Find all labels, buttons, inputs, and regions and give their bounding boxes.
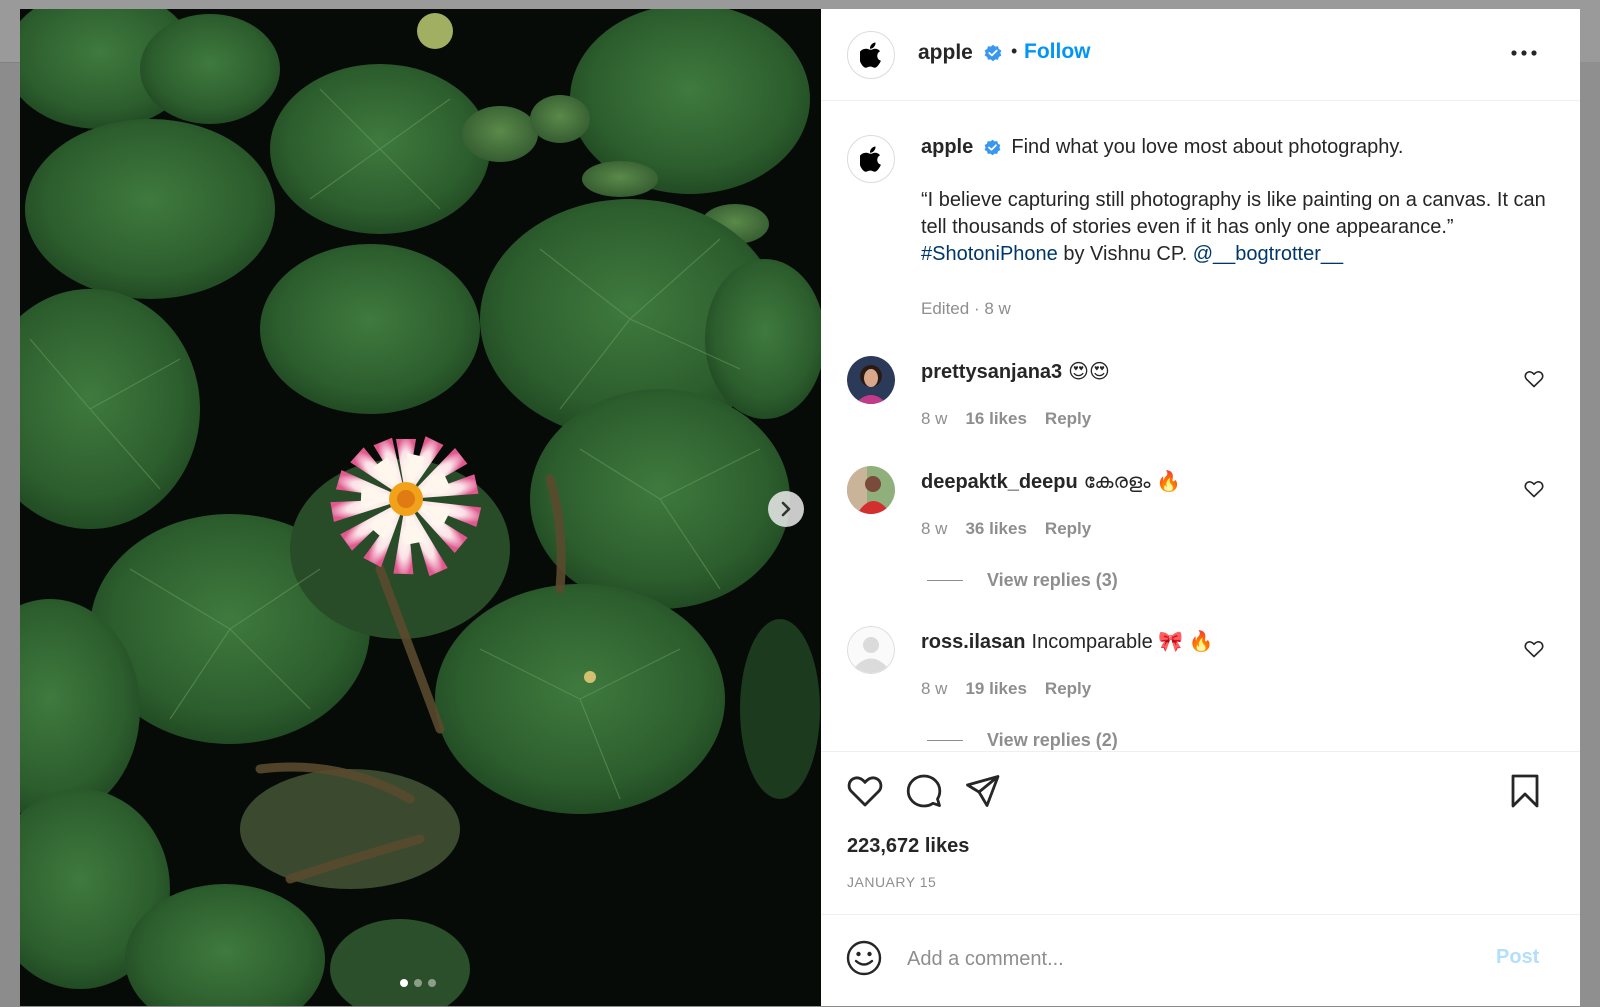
post-details-panel: apple • Follow apple Find what you love … <box>821 9 1580 1006</box>
view-replies-button[interactable]: View replies (2) <box>927 730 1118 751</box>
commenter-avatar[interactable] <box>847 626 895 674</box>
comment-username[interactable]: deepaktk_deepu <box>921 471 1078 493</box>
bookmark-icon[interactable] <box>1509 774 1541 808</box>
comment-username[interactable]: prettysanjana3 <box>921 361 1062 383</box>
view-replies-label[interactable]: View replies (3) <box>987 570 1118 591</box>
post-media <box>20 9 821 1006</box>
apple-logo-icon <box>860 42 881 68</box>
default-avatar-icon <box>847 626 895 674</box>
comment-input[interactable] <box>905 943 1469 975</box>
next-slide-button[interactable] <box>768 491 804 527</box>
view-replies-button[interactable]: View replies (3) <box>927 570 1118 591</box>
comment-text: 😍😍 <box>1068 361 1110 383</box>
carousel-dot <box>428 979 436 987</box>
comment-likes[interactable]: 36 likes <box>965 519 1026 539</box>
more-options-icon[interactable] <box>1509 43 1539 63</box>
comment-meta: 8 w 36 likes Reply <box>921 519 1091 539</box>
author-username-text[interactable]: apple <box>918 41 973 64</box>
like-comment-icon[interactable] <box>1524 370 1544 388</box>
post-comment-button[interactable]: Post <box>1496 946 1539 969</box>
likes-count[interactable]: 223,672 likes <box>847 835 969 858</box>
comment-meta: 8 w 16 likes Reply <box>921 409 1091 429</box>
verified-badge-icon <box>984 45 1002 62</box>
comment-icon[interactable] <box>906 774 942 808</box>
like-comment-icon[interactable] <box>1524 480 1544 498</box>
caption-line1: Find what you love most about photograph… <box>1011 136 1404 158</box>
post-modal: apple • Follow apple Find what you love … <box>20 9 1580 1006</box>
comment-text: Incomparable 🎀 🔥 <box>1031 631 1214 653</box>
meta-dot: · <box>973 299 980 318</box>
carousel-indicators <box>400 979 436 987</box>
post-caption: apple Find what you love most about phot… <box>921 134 1551 268</box>
hashtag-link[interactable]: #ShotoniPhone <box>921 243 1058 265</box>
follow-button[interactable]: Follow <box>1024 40 1091 64</box>
commenter-avatar[interactable] <box>847 466 895 514</box>
caption-time: 8 w <box>984 299 1011 318</box>
caption-credit: by Vishnu CP. <box>1063 243 1188 265</box>
commenter-avatar[interactable] <box>847 356 895 404</box>
comment-likes[interactable]: 19 likes <box>965 679 1026 699</box>
comment-username[interactable]: ross.ilasan <box>921 631 1026 653</box>
post-header: apple • Follow <box>821 9 1580 101</box>
heart-icon[interactable] <box>847 774 883 808</box>
share-icon[interactable] <box>965 774 1001 808</box>
mention-link[interactable]: @__bogtrotter__ <box>1193 243 1343 265</box>
emoji-icon[interactable] <box>846 940 882 976</box>
comment-row: ross.ilasan Incomparable 🎀 🔥 <box>921 629 1214 654</box>
chevron-right-icon <box>781 501 791 517</box>
add-comment-bar: Post <box>821 914 1580 1007</box>
comment-text: കേരളം 🔥 <box>1083 471 1181 493</box>
edited-label: Edited <box>921 299 970 318</box>
author-username[interactable]: apple <box>918 41 1003 65</box>
comment-meta: 8 w 19 likes Reply <box>921 679 1091 699</box>
reply-button[interactable]: Reply <box>1045 519 1091 539</box>
user-photo-icon <box>847 356 895 404</box>
caption-quote: “I believe capturing still photography i… <box>921 189 1546 238</box>
replies-divider <box>927 740 963 741</box>
comment-time: 8 w <box>921 409 948 428</box>
carousel-dot-active <box>400 979 408 987</box>
comment-row: prettysanjana3 😍😍 <box>921 359 1110 384</box>
author-avatar[interactable] <box>847 31 895 79</box>
reply-button[interactable]: Reply <box>1045 409 1091 429</box>
apple-logo-icon <box>860 146 881 172</box>
comments-section: apple Find what you love most about phot… <box>821 101 1580 751</box>
background-feed <box>1578 62 1600 1006</box>
comment-time: 8 w <box>921 519 948 538</box>
post-date: JANUARY 15 <box>847 874 937 890</box>
comment-likes[interactable]: 16 likes <box>965 409 1026 429</box>
replies-divider <box>927 580 963 581</box>
like-comment-icon[interactable] <box>1524 640 1544 658</box>
comment-row: deepaktk_deepu കേരളം 🔥 <box>921 469 1181 494</box>
view-replies-label[interactable]: View replies (2) <box>987 730 1118 751</box>
post-photo <box>20 9 821 1006</box>
verified-badge-icon <box>984 139 1001 156</box>
caption-author-avatar[interactable] <box>847 135 895 183</box>
caption-username[interactable]: apple <box>921 136 973 158</box>
carousel-dot <box>414 979 422 987</box>
caption-meta: Edited · 8 w <box>921 299 1011 319</box>
post-actions: 223,672 likes JANUARY 15 <box>821 751 1580 915</box>
reply-button[interactable]: Reply <box>1045 679 1091 699</box>
user-photo-icon <box>847 466 895 514</box>
header-separator: • <box>1011 41 1018 61</box>
comment-time: 8 w <box>921 679 948 698</box>
